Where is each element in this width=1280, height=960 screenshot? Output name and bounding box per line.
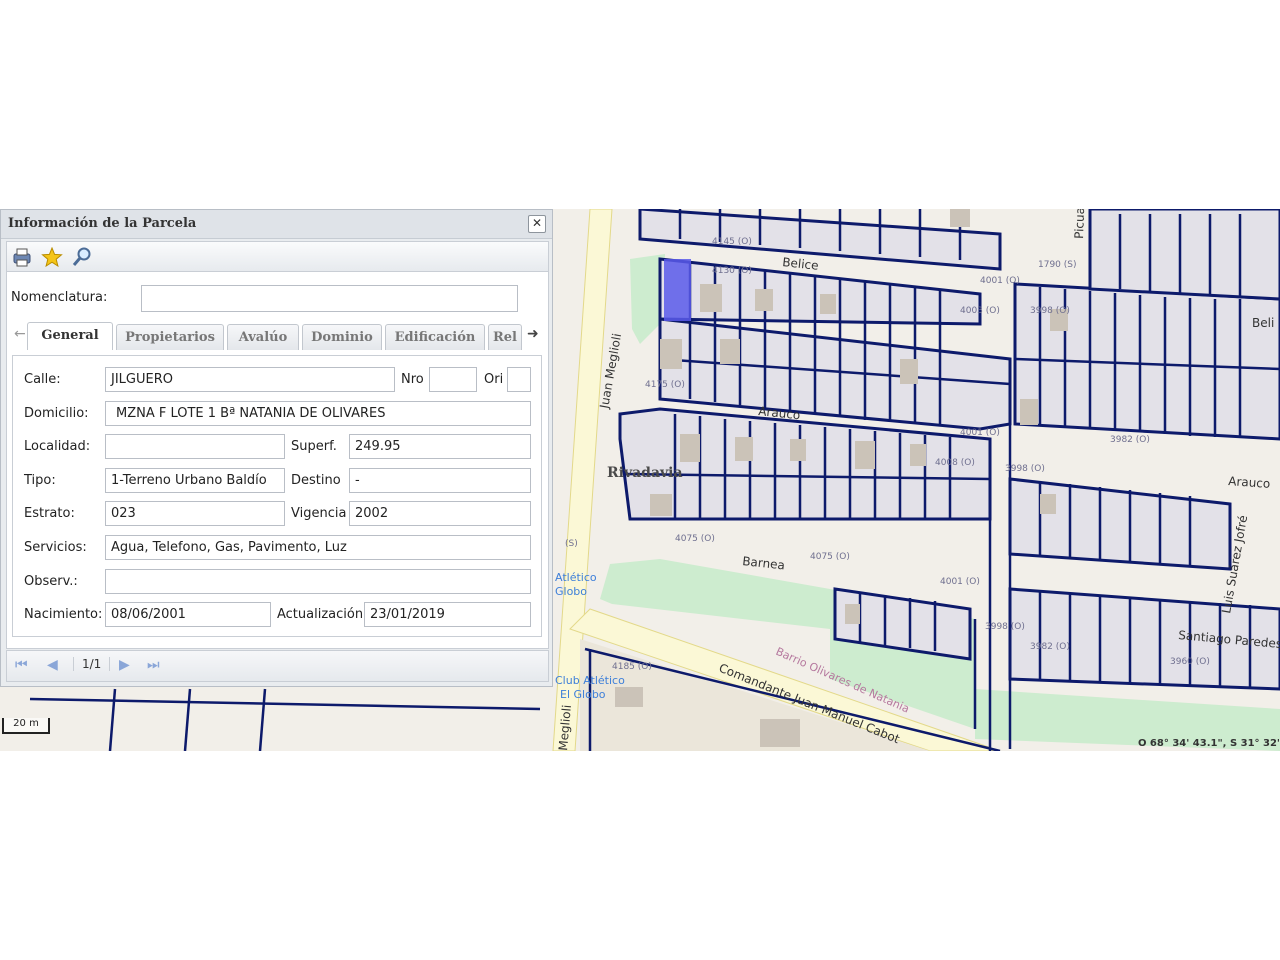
svg-text:3982 (O): 3982 (O) (1030, 642, 1070, 652)
nacimiento-label: Nacimiento: (24, 607, 103, 622)
svg-text:4130 (O): 4130 (O) (712, 266, 752, 276)
domicilio-label: Domicilio: (24, 406, 89, 421)
nacimiento-field[interactable]: 08/06/2001 (105, 602, 271, 627)
svg-text:(S): (S) (565, 539, 578, 549)
svg-text:Picua: Picua (1072, 209, 1087, 239)
svg-text:Rivadavia: Rivadavia (607, 465, 683, 481)
svg-text:3998 (O): 3998 (O) (1005, 464, 1045, 474)
svg-text:El Globo: El Globo (560, 688, 606, 701)
svg-text:4001 (O): 4001 (O) (940, 577, 980, 587)
print-icon[interactable] (11, 247, 33, 267)
svg-text:4145 (O): 4145 (O) (712, 237, 752, 247)
tab-bar: ← General Propietarios Avalúo Dominio Ed… (10, 322, 543, 350)
svg-text:3960 (O): 3960 (O) (1170, 657, 1210, 667)
nro-field[interactable] (429, 367, 477, 392)
superf-label: Superf. (291, 439, 337, 454)
nomenclatura-label: Nomenclatura: (11, 290, 108, 305)
first-page-icon[interactable]: ⏮ (15, 657, 28, 673)
svg-text:4001 (O): 4001 (O) (980, 276, 1020, 286)
actualizacion-label: Actualización (277, 607, 364, 622)
svg-text:Club Atlético: Club Atlético (555, 674, 625, 687)
svg-text:4001 (O): 4001 (O) (960, 428, 1000, 438)
nomenclatura-field[interactable] (141, 285, 518, 312)
tab-scroll-right-icon[interactable]: ➜ (527, 326, 539, 342)
coordinates-readout: O 68° 34' 43.1", S 31° 32' (1137, 738, 1280, 749)
destino-field[interactable]: - (349, 468, 531, 493)
tab-propietarios[interactable]: Propietarios (116, 324, 224, 350)
destino-label: Destino (291, 473, 341, 488)
servicios-field[interactable]: Agua, Telefono, Gas, Pavimento, Luz (105, 535, 531, 560)
last-page-icon[interactable]: ⏭ (147, 657, 160, 673)
vigencia-field[interactable]: 2002 (349, 501, 531, 526)
svg-text:3998 (O): 3998 (O) (985, 622, 1025, 632)
tab-general[interactable]: General (27, 322, 113, 350)
tab-scroll-left-icon[interactable]: ← (14, 326, 26, 342)
svg-text:3998 (O): 3998 (O) (1030, 306, 1070, 316)
tipo-label: Tipo: (24, 473, 56, 488)
general-fieldset (12, 355, 542, 637)
next-page-icon[interactable]: ▶ (119, 657, 130, 673)
localidad-label: Localidad: (24, 439, 91, 454)
estrato-field[interactable]: 023 (105, 501, 285, 526)
pager: ⏮ ◀ 1/1 ▶ ⏭ (6, 650, 549, 682)
zoom-icon[interactable] (71, 247, 93, 267)
localidad-field[interactable] (105, 434, 285, 459)
superf-field[interactable]: 249.95 (349, 434, 531, 459)
svg-text:4185 (O): 4185 (O) (612, 662, 652, 672)
tipo-field[interactable]: 1-Terreno Urbano Baldío (105, 468, 285, 493)
calle-label: Calle: (24, 372, 61, 387)
vigencia-label: Vigencia (291, 506, 347, 521)
domicilio-field[interactable]: MZNA F LOTE 1 Bª NATANIA DE OLIVARES (105, 401, 531, 426)
svg-text:4075 (O): 4075 (O) (675, 534, 715, 544)
observ-field[interactable] (105, 569, 531, 594)
svg-text:4075 (O): 4075 (O) (810, 552, 850, 562)
svg-text:Arauco: Arauco (1228, 474, 1271, 491)
estrato-label: Estrato: (24, 506, 75, 521)
map-viewer[interactable]: Belice Arauco Barnea Arauco Beli Santiag… (0, 209, 1280, 751)
tab-rel[interactable]: Rel (488, 324, 522, 350)
panel-title: Información de la Parcela (8, 216, 197, 231)
map-scale: 20 m (2, 718, 50, 734)
star-icon[interactable] (41, 246, 63, 268)
servicios-label: Servicios: (24, 540, 87, 555)
svg-text:4175 (O): 4175 (O) (645, 380, 685, 390)
nro-label: Nro (401, 372, 424, 387)
calle-field[interactable]: JILGUERO (105, 367, 395, 392)
panel-header: Información de la Parcela ✕ (1, 210, 552, 239)
page-indicator: 1/1 (73, 657, 111, 671)
svg-text:Beli: Beli (1252, 316, 1274, 330)
svg-text:1790 (S): 1790 (S) (1038, 260, 1077, 270)
svg-text:Globo: Globo (555, 585, 587, 598)
observ-label: Observ.: (24, 574, 78, 589)
svg-text:4008 (O): 4008 (O) (935, 458, 975, 468)
ori-field[interactable] (507, 367, 531, 392)
parcel-info-panel: Información de la Parcela ✕ Nomenclatura… (0, 209, 553, 687)
svg-text:3982 (O): 3982 (O) (1110, 435, 1150, 445)
close-button[interactable]: ✕ (528, 215, 546, 233)
tab-edificacion[interactable]: Edificación (385, 324, 485, 350)
prev-page-icon[interactable]: ◀ (47, 657, 58, 673)
tab-avaluo[interactable]: Avalúo (227, 324, 299, 350)
svg-text:Atlético: Atlético (555, 571, 597, 584)
ori-label: Ori (484, 372, 504, 387)
tab-dominio[interactable]: Dominio (302, 324, 382, 350)
actualizacion-field[interactable]: 23/01/2019 (364, 602, 531, 627)
panel-toolbar (6, 241, 549, 272)
svg-text:4003 (O): 4003 (O) (960, 306, 1000, 316)
